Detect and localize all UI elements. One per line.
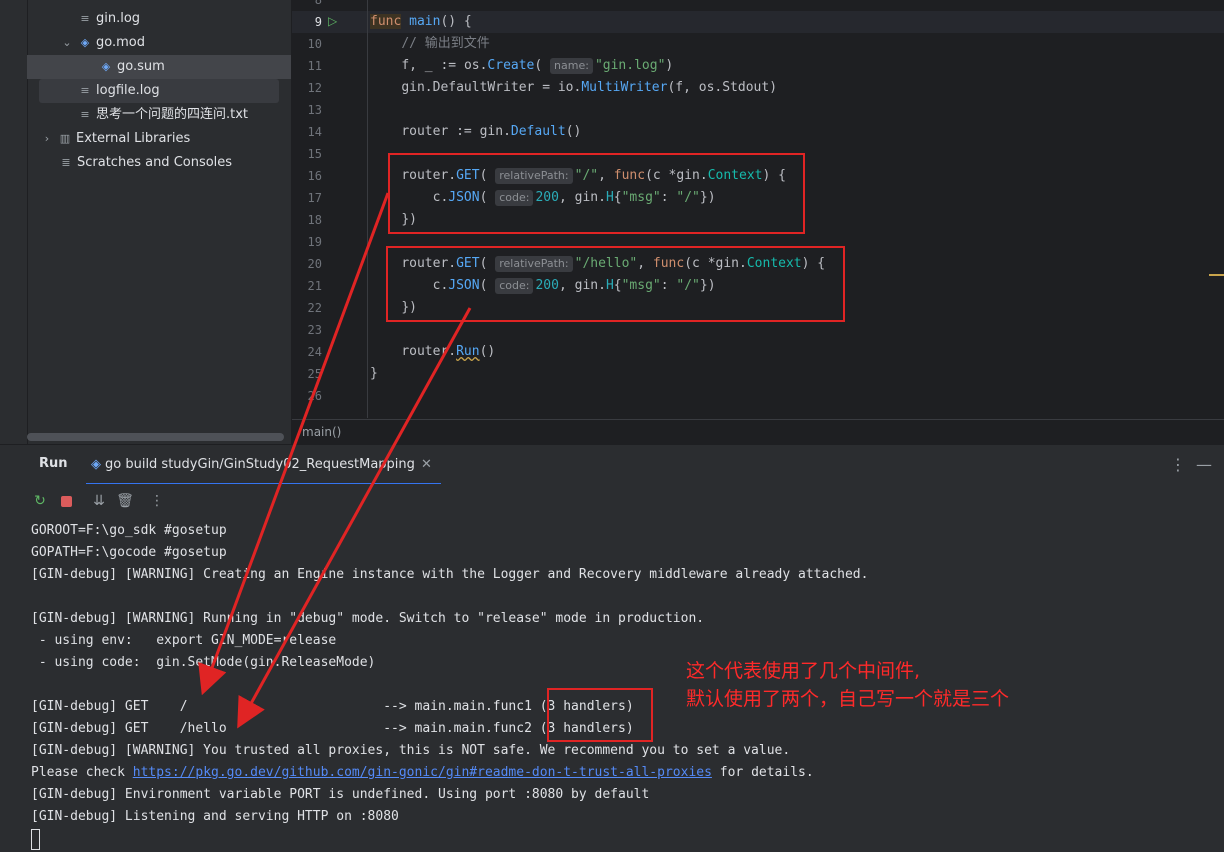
param-hint: name:	[550, 58, 593, 74]
scratches-icon: ≣	[61, 156, 71, 169]
highlight-box-handlers	[547, 688, 653, 742]
breadcrumb[interactable]: main()	[292, 419, 1224, 443]
rerun-icon[interactable]: ↻	[30, 491, 50, 511]
text-file-icon: ≡	[80, 108, 90, 121]
gutter-divider	[367, 0, 368, 418]
code-line: }	[370, 366, 378, 381]
code-line: f, _ := os.Create( name: "gin.log")	[401, 58, 674, 74]
code-line: gin.DefaultWriter = io.MultiWriter(f, os…	[401, 80, 778, 95]
trash-icon[interactable]: 🗑	[115, 491, 135, 511]
text-file-icon: ≡	[80, 12, 90, 25]
console-line: - using env: export GIN_MODE=release	[31, 633, 337, 648]
go-mod-icon: ◈	[80, 36, 90, 49]
more-options-icon[interactable]: ⋮	[1170, 445, 1186, 485]
tree-item-go-sum[interactable]: ◈ go.sum	[27, 55, 291, 79]
code-line: router.Run()	[401, 344, 496, 359]
line-number: 15	[307, 147, 322, 161]
line-number: 25	[307, 367, 322, 381]
console-line: Please check https://pkg.go.dev/github.c…	[31, 765, 814, 780]
tree-item-go-mod[interactable]: ⌄ ◈ go.mod	[60, 31, 145, 55]
horizontal-scrollbar[interactable]	[27, 433, 284, 441]
console-cursor	[31, 829, 40, 850]
run-config-tab[interactable]: ◈ go build studyGin/GinStudy02_RequestMap…	[91, 445, 415, 485]
scroll-to-end-icon[interactable]: ⇊	[89, 491, 109, 511]
line-number: 10	[307, 37, 322, 51]
tree-item-txt-file[interactable]: ≡ 思考一个问题的四连问.txt	[78, 103, 248, 127]
line-number: 9	[314, 15, 322, 29]
line-number: 8	[314, 0, 322, 7]
line-number: 11	[307, 59, 322, 73]
console-line: [GIN-debug] Listening and serving HTTP o…	[31, 809, 399, 824]
go-sum-icon: ◈	[101, 60, 111, 73]
annotation-note: 这个代表使用了几个中间件, 默认使用了两个，自己写一个就是三个	[686, 660, 1010, 710]
more-icon[interactable]: ⋮	[147, 491, 167, 511]
text-file-icon: ≡	[80, 84, 90, 97]
scrollbar-marker	[1209, 274, 1224, 276]
highlight-box-route-hello	[386, 246, 845, 322]
console-line: GOPATH=F:\gocode #gosetup	[31, 545, 227, 560]
tree-item-scratches[interactable]: ≣ Scratches and Consoles	[59, 151, 232, 175]
line-number: 23	[307, 323, 322, 337]
tree-item-gin-log[interactable]: ≡ gin.log	[78, 7, 140, 31]
line-number: 21	[307, 279, 322, 293]
highlight-box-route-root	[388, 153, 805, 234]
line-number: 24	[307, 345, 322, 359]
tool-window-strip	[0, 0, 28, 444]
tree-item-logfile-log[interactable]: ≡ logfile.log	[39, 79, 279, 103]
chevron-right-icon[interactable]: ›	[40, 127, 54, 151]
minimize-icon[interactable]: —	[1196, 445, 1212, 485]
console-line: [GIN-debug] Environment variable PORT is…	[31, 787, 650, 802]
console-line: [GIN-debug] [WARNING] Running in "debug"…	[31, 611, 705, 626]
code-comment: // 输出到文件	[401, 36, 490, 51]
chevron-down-icon[interactable]: ⌄	[60, 31, 74, 55]
console-line: GOROOT=F:\go_sdk #gosetup	[31, 523, 227, 538]
line-number: 22	[307, 301, 322, 315]
line-number: 12	[307, 81, 322, 95]
console-route-line: [GIN-debug] GET / --> main.main.func1 (3…	[31, 699, 634, 714]
console-line: [GIN-debug] [WARNING] You trusted all pr…	[31, 743, 791, 758]
run-panel-header: Run ◈ go build studyGin/GinStudy02_Reques…	[0, 444, 1224, 485]
line-number: 20	[307, 257, 322, 271]
console-route-line: [GIN-debug] GET /hello --> main.main.fun…	[31, 721, 634, 736]
line-number: 16	[307, 169, 322, 183]
close-tab-icon[interactable]: ✕	[421, 445, 432, 485]
code-line: router := gin.Default()	[401, 124, 582, 139]
console-line: [GIN-debug] [WARNING] Creating an Engine…	[31, 567, 869, 582]
line-number: 14	[307, 125, 322, 139]
console-line: - using code: gin.SetMode(gin.ReleaseMod…	[31, 655, 376, 670]
line-number: 13	[307, 103, 322, 117]
line-number: 19	[307, 235, 322, 249]
run-panel-title[interactable]: Run	[39, 456, 68, 471]
run-gutter-icon[interactable]: ▷	[328, 14, 337, 28]
code-line: func main() {	[370, 14, 472, 29]
line-number: 17	[307, 191, 322, 205]
line-number: 26	[307, 389, 322, 403]
proxy-docs-link[interactable]: https://pkg.go.dev/github.com/gin-gonic/…	[133, 765, 712, 780]
run-toolbar: ↻ ⇊ 🗑 ⋮	[0, 484, 1224, 520]
stop-icon[interactable]	[56, 491, 76, 511]
library-icon: ▥	[59, 132, 71, 145]
tree-item-external-libraries[interactable]: › ▥ External Libraries	[40, 127, 190, 151]
go-gopher-icon: ◈	[91, 457, 101, 472]
line-number: 18	[307, 213, 322, 227]
project-tree: ≡ gin.log ⌄ ◈ go.mod ◈ go.sum ≡ logfile.log ≡…	[0, 0, 291, 444]
